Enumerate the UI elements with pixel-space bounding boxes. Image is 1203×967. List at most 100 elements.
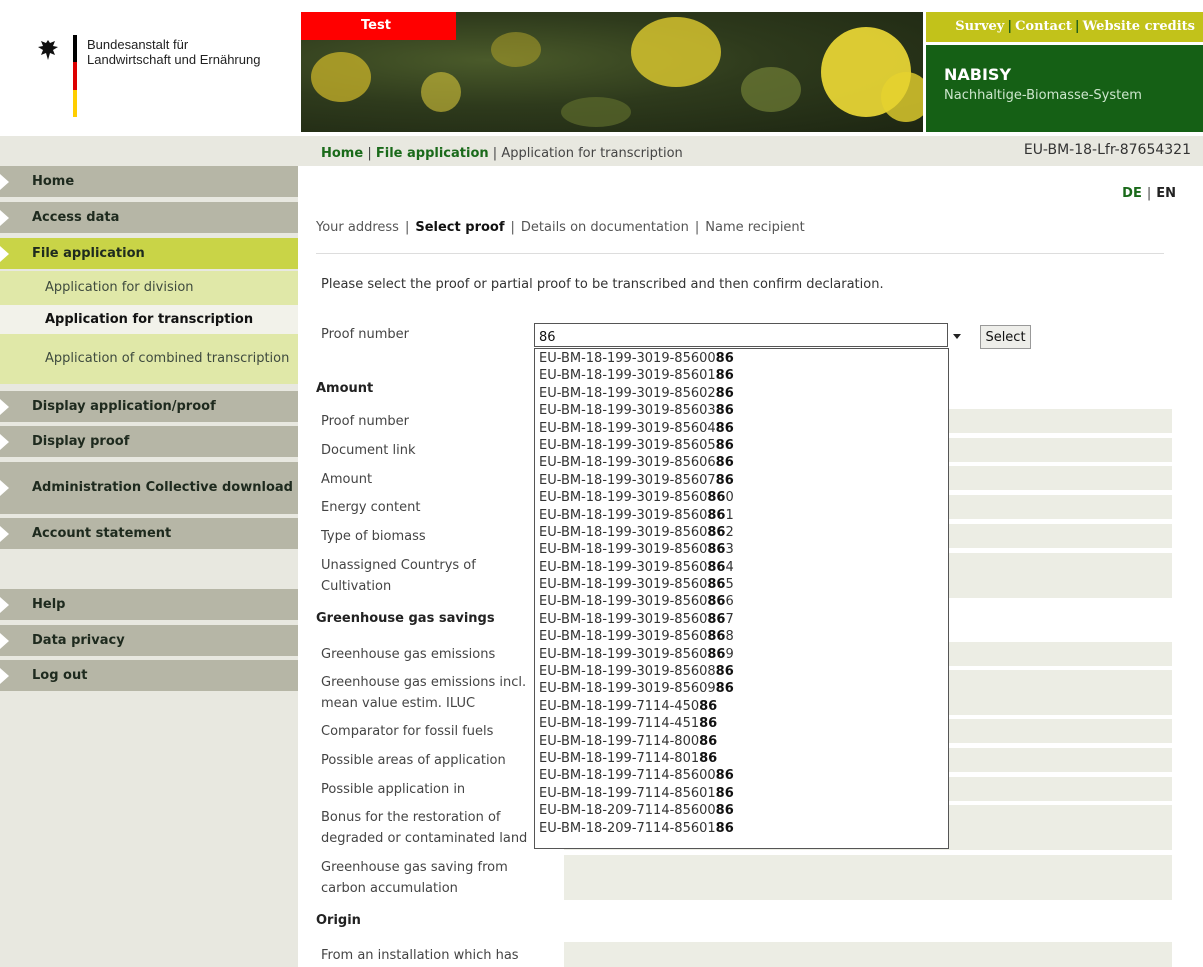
breadcrumb-file-application[interactable]: File application xyxy=(376,146,489,161)
suggestion-match: 86 xyxy=(707,594,726,610)
suggestion-prefix: EU-BM-18-199-7114-85600 xyxy=(539,768,716,784)
proof-suggestion-option[interactable]: EU-BM-18-199-3019-8560086 xyxy=(535,350,948,367)
suggestion-suffix: 5 xyxy=(725,577,734,593)
nav-access-data[interactable]: Access data xyxy=(0,202,298,233)
field-label-carbon-accumulation: Greenhouse gas saving from carbon accumu… xyxy=(321,860,508,896)
select-button[interactable]: Select xyxy=(980,325,1031,349)
proof-suggestion-option[interactable]: EU-BM-18-199-3019-8560868 xyxy=(535,628,948,645)
proof-suggestion-option[interactable]: EU-BM-18-199-7114-8560186 xyxy=(535,785,948,802)
suggestion-prefix: EU-BM-18-199-3019-8560 xyxy=(539,507,708,523)
suggestion-prefix: EU-BM-18-199-3019-8560 xyxy=(539,611,708,627)
suggestion-match: 86 xyxy=(707,629,726,645)
field-value-carbon-accumulation xyxy=(564,855,1172,900)
section-greenhouse-gas: Greenhouse gas savings xyxy=(316,611,495,626)
field-label-comparator: Comparator for fossil fuels xyxy=(321,724,494,739)
proof-suggestion-option[interactable]: EU-BM-18-199-7114-80086 xyxy=(535,733,948,750)
proof-suggestion-option[interactable]: EU-BM-18-199-3019-8560586 xyxy=(535,437,948,454)
nav-sub-application-transcription[interactable]: Application for transcription xyxy=(0,305,298,334)
proof-suggestion-option[interactable]: EU-BM-18-199-3019-8560286 xyxy=(535,385,948,402)
proof-suggestion-option[interactable]: EU-BM-18-199-7114-80186 xyxy=(535,750,948,767)
suggestion-prefix: EU-BM-18-199-3019-8560 xyxy=(539,490,708,506)
suggestion-suffix: 4 xyxy=(725,559,734,575)
survey-link[interactable]: Survey xyxy=(955,19,1004,34)
suggestion-suffix: 9 xyxy=(725,646,734,662)
proof-suggestion-option[interactable]: EU-BM-18-199-3019-8560864 xyxy=(535,559,948,576)
agency-name-line1: Bundesanstalt für xyxy=(87,37,189,52)
suggestion-suffix: 0 xyxy=(725,490,734,506)
nav-help[interactable]: Help xyxy=(0,589,298,620)
dropdown-arrow-icon[interactable] xyxy=(953,334,961,339)
proof-suggestion-option[interactable]: EU-BM-18-199-3019-8560862 xyxy=(535,524,948,541)
contact-link[interactable]: Contact xyxy=(1015,19,1072,34)
suggestion-match: 86 xyxy=(715,820,734,836)
nav-data-privacy[interactable]: Data privacy xyxy=(0,625,298,656)
suggestion-match: 86 xyxy=(707,577,726,593)
suggestion-match: 86 xyxy=(715,420,734,436)
section-origin: Origin xyxy=(316,913,361,928)
header-banner-image: Test xyxy=(301,12,923,132)
nav-log-out[interactable]: Log out xyxy=(0,660,298,691)
suggestion-match: 86 xyxy=(707,611,726,627)
section-amount: Amount xyxy=(316,381,374,396)
agency-name: Bundesanstalt für Landwirtschaft und Ern… xyxy=(87,37,260,67)
suggestion-match: 86 xyxy=(715,768,734,784)
suggestion-prefix: EU-BM-18-199-3019-85602 xyxy=(539,385,716,401)
suggestion-match: 86 xyxy=(715,403,734,419)
proof-suggestion-option[interactable]: EU-BM-18-199-3019-8560866 xyxy=(535,593,948,610)
field-label-from-installation: From an installation which has xyxy=(321,948,519,963)
nav-display-application-proof[interactable]: Display application/proof xyxy=(0,391,298,422)
agency-logo[interactable]: Bundesanstalt für Landwirtschaft und Ern… xyxy=(0,0,298,132)
proof-suggestion-option[interactable]: EU-BM-18-199-7114-8560086 xyxy=(535,767,948,784)
suggestion-match: 86 xyxy=(707,646,726,662)
breadcrumb-current: Application for transcription xyxy=(501,146,683,161)
nav-sub-application-combined[interactable]: Application of combined transcription xyxy=(0,334,298,384)
test-environment-badge: Test xyxy=(301,12,456,40)
proof-suggestion-option[interactable]: EU-BM-18-199-3019-8560861 xyxy=(535,507,948,524)
proof-suggestion-option[interactable]: EU-BM-18-199-7114-45086 xyxy=(535,698,948,715)
proof-suggestion-option[interactable]: EU-BM-18-199-3019-8560786 xyxy=(535,472,948,489)
step-details-documentation[interactable]: Details on documentation xyxy=(521,220,689,235)
suggestion-prefix: EU-BM-18-199-3019-8560 xyxy=(539,646,708,662)
field-label-ghg-emissions-iluc: Greenhouse gas emissions incl. mean valu… xyxy=(321,675,527,711)
lang-de-link[interactable]: DE xyxy=(1122,186,1142,201)
agency-name-line2: Landwirtschaft und Ernährung xyxy=(87,52,261,67)
proof-suggestion-option[interactable]: EU-BM-18-199-3019-8560486 xyxy=(535,420,948,437)
nav-account-statement[interactable]: Account statement xyxy=(0,518,298,549)
suggestion-prefix: EU-BM-18-199-3019-85605 xyxy=(539,437,716,453)
nav-file-application[interactable]: File application xyxy=(0,238,298,269)
proof-suggestion-option[interactable]: EU-BM-18-199-3019-8560869 xyxy=(535,646,948,663)
proof-suggestion-option[interactable]: EU-BM-18-199-3019-8560860 xyxy=(535,489,948,506)
website-credits-link[interactable]: Website credits xyxy=(1083,19,1195,34)
suggestion-suffix: 8 xyxy=(725,629,734,645)
proof-suggestion-option[interactable]: EU-BM-18-199-3019-8560986 xyxy=(535,680,948,697)
proof-suggestion-option[interactable]: EU-BM-18-199-3019-8560867 xyxy=(535,611,948,628)
app-title-box[interactable]: NABISY Nachhaltige-Biomasse-System xyxy=(926,45,1203,132)
proof-suggestion-option[interactable]: EU-BM-18-199-3019-8560863 xyxy=(535,541,948,558)
lang-en-link[interactable]: EN xyxy=(1156,186,1176,201)
proof-suggestion-option[interactable]: EU-BM-18-199-7114-45186 xyxy=(535,715,948,732)
suggestion-match: 86 xyxy=(715,351,734,366)
proof-suggestion-option[interactable]: EU-BM-18-199-3019-8560186 xyxy=(535,367,948,384)
suggestion-match: 86 xyxy=(707,490,726,506)
breadcrumb-home[interactable]: Home xyxy=(321,146,363,161)
suggestion-match: 86 xyxy=(715,681,734,697)
proof-number-input[interactable] xyxy=(534,323,948,347)
app-subtitle: Nachhaltige-Biomasse-System xyxy=(944,88,1142,103)
nav-display-proof[interactable]: Display proof xyxy=(0,426,298,457)
suggestion-prefix: EU-BM-18-199-7114-85601 xyxy=(539,785,716,801)
step-name-recipient[interactable]: Name recipient xyxy=(705,220,805,235)
field-label-document-link: Document link xyxy=(321,443,416,458)
step-your-address[interactable]: Your address xyxy=(316,220,399,235)
proof-suggestion-option[interactable]: EU-BM-18-209-7114-8560186 xyxy=(535,820,948,837)
nav-sub-application-division[interactable]: Application for division xyxy=(0,271,298,305)
nav-administration-download[interactable]: Administration Collective download xyxy=(0,462,298,514)
nav-home[interactable]: Home xyxy=(0,166,298,197)
proof-suggestion-option[interactable]: EU-BM-18-199-3019-8560865 xyxy=(535,576,948,593)
suggestion-match: 86 xyxy=(699,716,718,732)
proof-suggestion-option[interactable]: EU-BM-18-199-3019-8560686 xyxy=(535,454,948,471)
proof-suggestion-option[interactable]: EU-BM-18-199-3019-8560386 xyxy=(535,402,948,419)
proof-suggestion-option[interactable]: EU-BM-18-199-3019-8560886 xyxy=(535,663,948,680)
suggestion-match: 86 xyxy=(707,507,726,523)
proof-suggestion-option[interactable]: EU-BM-18-209-7114-8560086 xyxy=(535,802,948,819)
breadcrumb: Home | File application | Application fo… xyxy=(321,146,683,161)
